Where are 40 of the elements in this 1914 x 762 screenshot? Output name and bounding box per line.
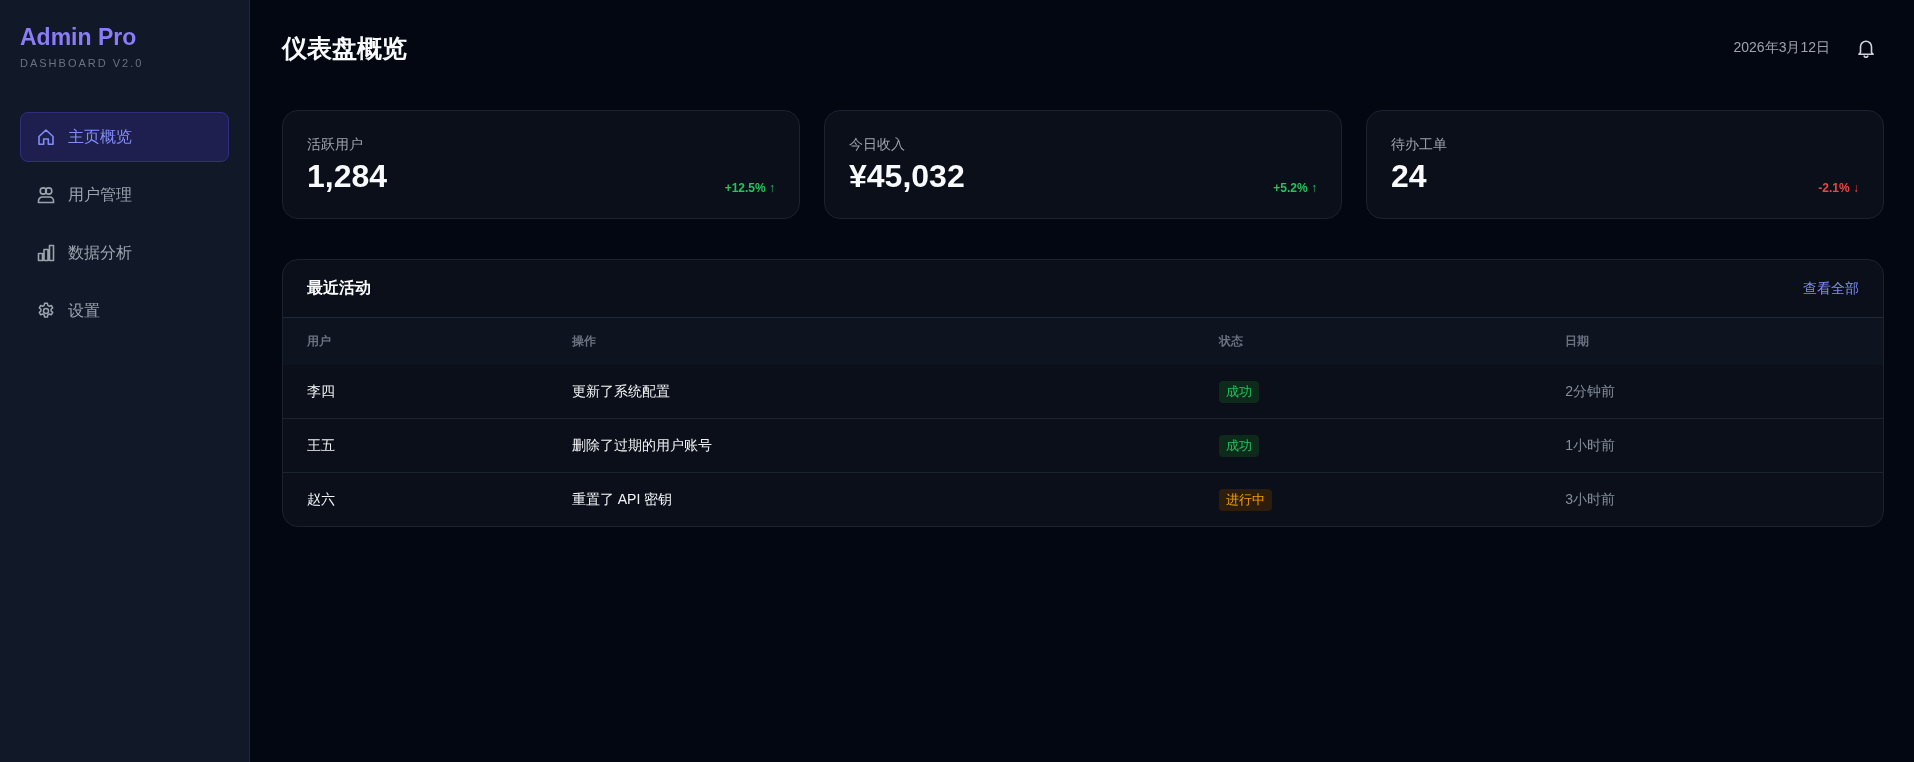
nav-item[interactable]: 主页概览 xyxy=(20,112,229,162)
nav-item[interactable]: 设置 xyxy=(20,286,229,336)
view-all-link[interactable]: 查看全部 xyxy=(1803,279,1859,298)
user-cell: 李四 xyxy=(307,382,335,401)
stat-label: 待办工单 xyxy=(1391,135,1447,154)
user-cell: 赵六 xyxy=(307,490,335,509)
bar-chart-icon xyxy=(37,244,55,262)
column-header: 状态 xyxy=(1217,333,1244,350)
status-badge: 成功 xyxy=(1219,380,1260,403)
page-title: 仪表盘概览 xyxy=(282,33,407,64)
stat-label: 今日收入 xyxy=(849,135,906,154)
time-cell: 3小时前 xyxy=(1565,490,1615,509)
current-date: 2026年3月12日 xyxy=(1733,39,1830,57)
app-version: DASHBOARD V2.0 xyxy=(20,56,144,71)
panel-title: 最近活动 xyxy=(307,278,371,298)
users-icon xyxy=(37,186,55,204)
stat-change: +5.2% ↑ xyxy=(1273,181,1317,195)
stat-change: -2.1% ↓ xyxy=(1818,181,1859,195)
notification-bell-icon[interactable] xyxy=(1856,38,1876,58)
column-header: 用户 xyxy=(306,333,331,350)
stat-value: ¥45,032 xyxy=(849,157,965,195)
app-logo: Admin Pro xyxy=(20,24,137,50)
stat-change: +12.5% ↑ xyxy=(724,181,775,195)
status-badge: 进行中 xyxy=(1219,488,1273,511)
action-cell: 删除了过期的用户账号 xyxy=(571,436,712,455)
settings-icon xyxy=(37,302,55,320)
action-cell: 更新了系统配置 xyxy=(571,382,670,401)
user-cell: 王五 xyxy=(307,436,335,455)
column-header: 日期 xyxy=(1564,333,1590,350)
action-cell: 重置了 API 密钥 xyxy=(571,490,673,509)
time-cell: 1小时前 xyxy=(1565,436,1615,455)
stat-value: 24 xyxy=(1391,157,1428,195)
nav-item[interactable]: 数据分析 xyxy=(20,228,229,278)
column-header: 操作 xyxy=(570,333,596,350)
nav-item[interactable]: 用户管理 xyxy=(20,170,229,220)
stat-value: 1,284 xyxy=(307,157,388,195)
stat-label: 活跃用户 xyxy=(307,135,364,154)
status-badge: 成功 xyxy=(1219,434,1260,457)
time-cell: 2分钟前 xyxy=(1565,382,1615,401)
home-icon xyxy=(37,128,55,146)
